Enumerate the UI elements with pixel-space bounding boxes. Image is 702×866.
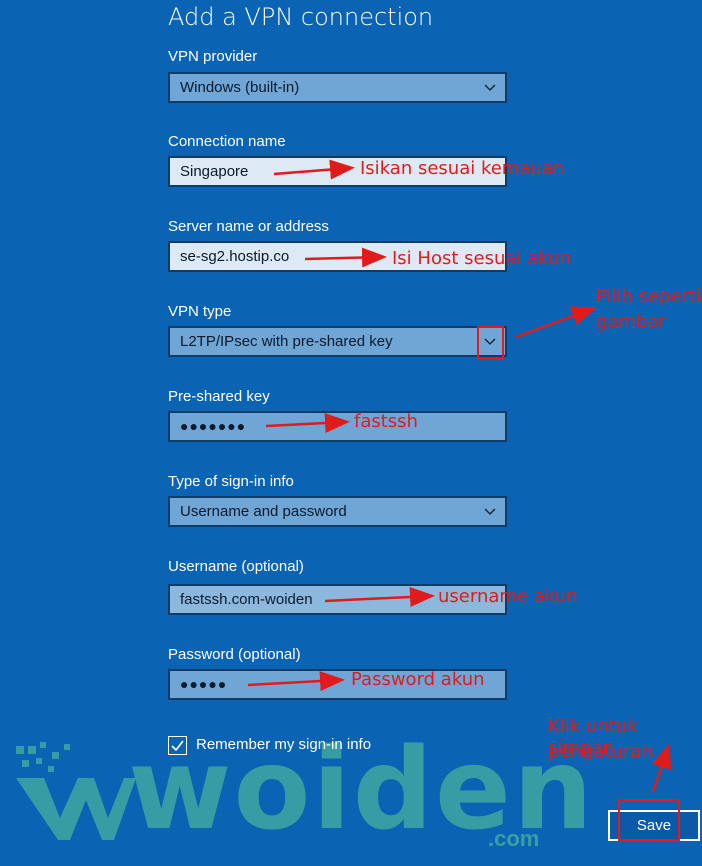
annotation-connection-name: Isikan sesuai kemauan bbox=[360, 158, 565, 179]
annotation-vpn-type-line2: gambar bbox=[596, 311, 666, 332]
annotation-username: username akun bbox=[438, 586, 578, 607]
annotation-server: Isi Host sesuai akun bbox=[392, 248, 571, 269]
annotation-password: Password akun bbox=[351, 669, 485, 690]
annotation-vpn-type-line1: Pilih seperti bbox=[596, 286, 702, 307]
annotation-save-line2: pengaturan bbox=[548, 741, 653, 762]
annotation-preshared-key: fastssh bbox=[354, 411, 418, 432]
